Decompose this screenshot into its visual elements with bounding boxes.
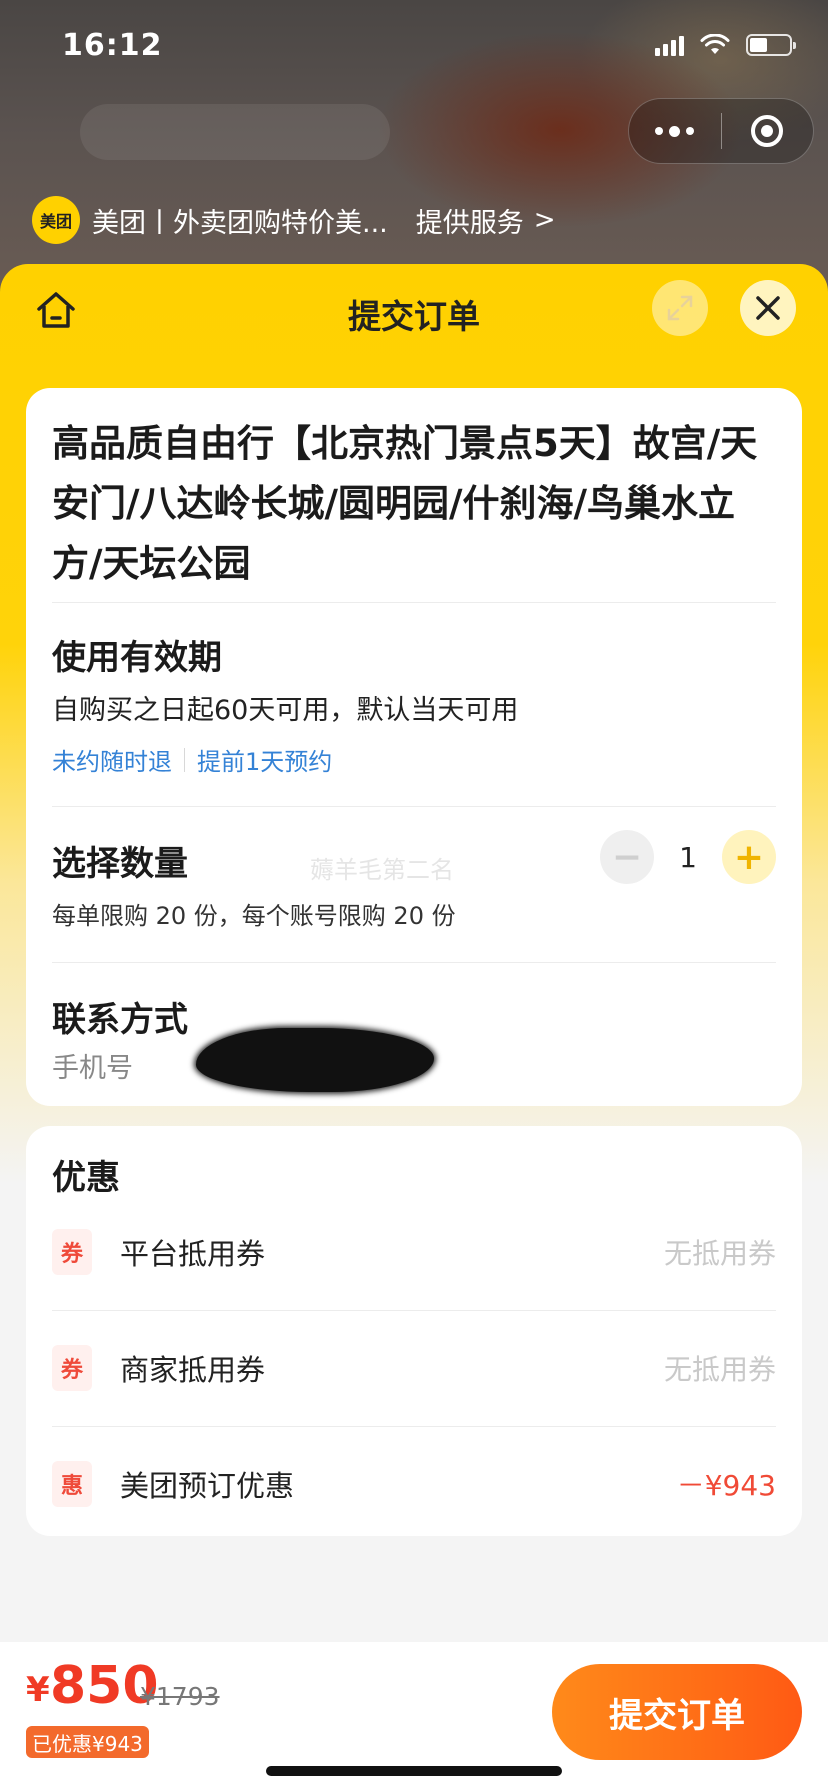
target-icon <box>751 115 784 147</box>
promo-row-merchant-coupon[interactable]: 券 商家抵用券 无抵用券 <box>52 1310 776 1426</box>
expand-button[interactable] <box>652 280 708 336</box>
blurred-nav-bar <box>80 104 390 160</box>
cellular-signal-icon <box>655 34 684 56</box>
exit-mini-program-button[interactable] <box>722 115 814 147</box>
purchase-limit-text: 每单限购 20 份，每个账号限购 20 份 <box>52 902 456 930</box>
tag-separator <box>184 747 185 772</box>
meituan-logo: 美团 <box>32 196 80 244</box>
divider <box>52 962 776 963</box>
product-title: 高品质自由行【北京热门景点5天】故宫/天安门/八达岭长城/圆明园/什刹海/鸟巢水… <box>52 422 758 585</box>
status-time: 16:12 <box>62 28 163 63</box>
phone-label: 手机号 <box>52 1053 133 1084</box>
promo-value: －¥943 <box>676 1469 776 1502</box>
watermark-text: 薅羊毛第二名 <box>310 856 454 884</box>
contact-heading: 联系方式 <box>52 1000 188 1040</box>
divider <box>52 602 776 603</box>
promo-value: 无抵用券 <box>663 1353 776 1386</box>
sheet-header: 提交订单 <box>0 264 828 356</box>
more-options-button[interactable] <box>629 125 721 137</box>
redacted-phone-number[interactable] <box>196 1028 434 1092</box>
discount-badge: 惠 <box>52 1461 92 1507</box>
status-icons <box>655 34 796 56</box>
mini-program-capsule <box>628 98 814 164</box>
battery-icon <box>746 34 796 56</box>
reservation-policy-tag: 提前1天预约 <box>197 748 333 776</box>
promo-row-booking-discount[interactable]: 惠 美团预订优惠 －¥943 <box>52 1426 776 1542</box>
quantity-value: 1 <box>679 840 697 874</box>
expand-icon <box>667 295 693 321</box>
service-provider-label[interactable]: 提供服务 <box>416 201 524 240</box>
increase-quantity-button[interactable]: + <box>722 830 776 884</box>
order-info-card: 高品质自由行【北京热门景点5天】故宫/天安门/八达岭长城/圆明园/什刹海/鸟巢水… <box>26 388 802 1106</box>
promo-label: 平台抵用券 <box>120 1237 266 1271</box>
validity-heading: 使用有效期 <box>52 638 222 678</box>
promotions-heading: 优惠 <box>52 1158 120 1198</box>
status-bar: 16:12 <box>0 0 828 100</box>
divider <box>52 806 776 807</box>
promo-label: 美团预订优惠 <box>120 1469 295 1503</box>
mini-program-bar[interactable]: 美团 美团丨外卖团购特价美... 提供服务 > <box>32 196 556 244</box>
close-button[interactable] <box>740 280 796 336</box>
quantity-heading: 选择数量 <box>52 844 188 884</box>
promo-value: 无抵用券 <box>663 1237 776 1270</box>
promo-row-platform-coupon[interactable]: 券 平台抵用券 无抵用券 <box>52 1194 776 1310</box>
savings-badge: 已优惠¥943 <box>26 1726 149 1758</box>
mini-program-title: 美团丨外卖团购特价美... <box>92 207 388 239</box>
home-indicator <box>266 1766 562 1776</box>
original-price: ¥1793 <box>140 1682 220 1711</box>
chevron-right-icon: > <box>533 205 556 235</box>
close-icon <box>756 296 780 320</box>
validity-text: 自购买之日起60天可用，默认当天可用 <box>52 695 519 726</box>
promo-label: 商家抵用券 <box>120 1353 266 1387</box>
currency-symbol: ¥ <box>26 1670 50 1710</box>
decrease-quantity-button[interactable]: − <box>600 830 654 884</box>
submit-order-button[interactable]: 提交订单 <box>552 1664 802 1760</box>
promotions-card: 优惠 券 平台抵用券 无抵用券 券 商家抵用券 无抵用券 惠 美团预订优惠 －¥… <box>26 1126 802 1536</box>
quantity-stepper: − 1 + <box>600 830 776 884</box>
coupon-badge: 券 <box>52 1345 92 1391</box>
refund-policy-tag: 未约随时退 <box>52 748 172 776</box>
order-sheet: 提交订单 高品质自由行【北京热门景点5天】故宫/天安门/八达岭长城/圆明园/什刹… <box>0 264 828 1792</box>
coupon-badge: 券 <box>52 1229 92 1275</box>
wifi-icon <box>700 34 730 54</box>
policy-tags: 未约随时退 提前1天预约 <box>52 742 332 777</box>
